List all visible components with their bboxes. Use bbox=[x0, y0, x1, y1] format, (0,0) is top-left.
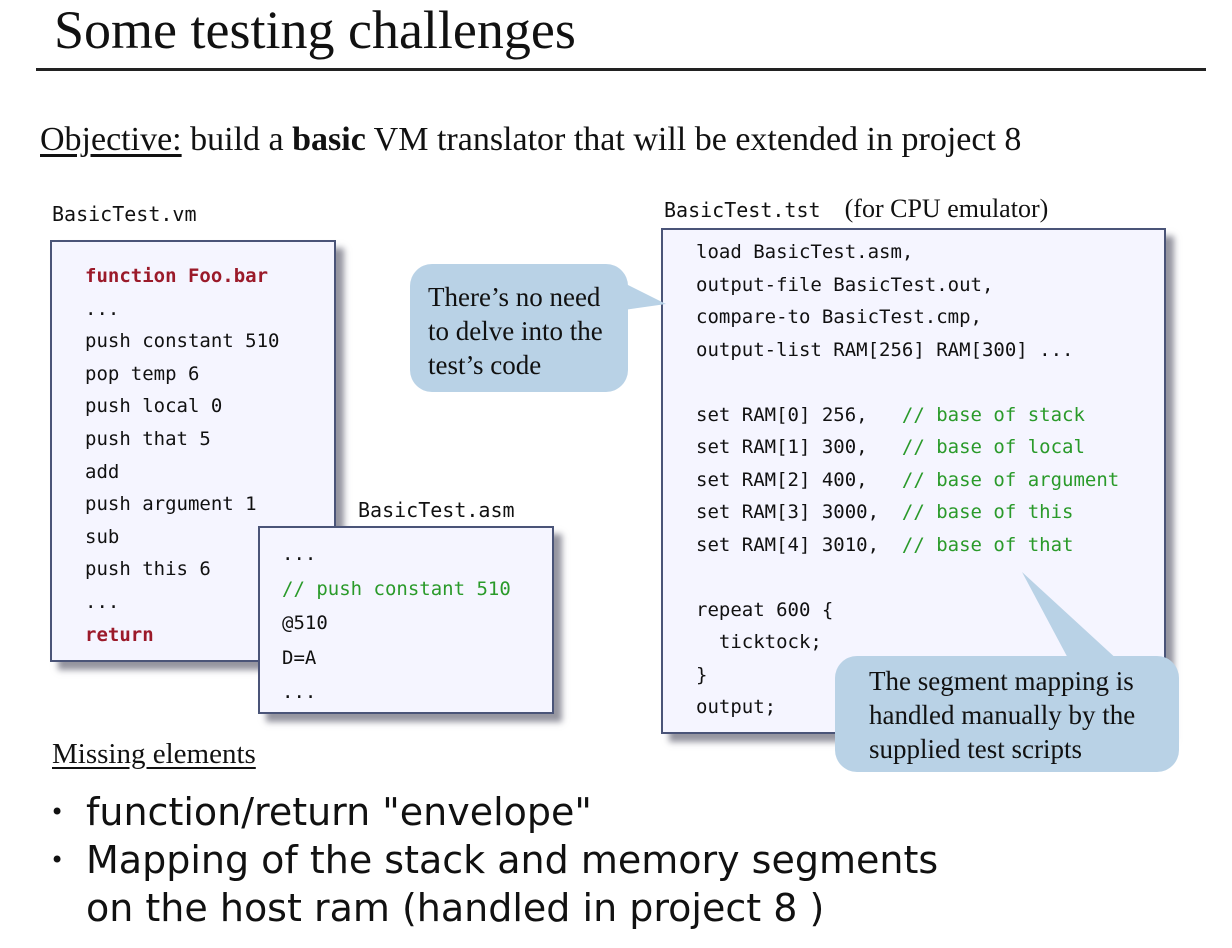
tst-code-line: output-file BasicTest.out, bbox=[696, 269, 993, 301]
bullet-line: function/return "envelope" bbox=[86, 790, 592, 834]
vm-code-line: pop temp 6 bbox=[85, 362, 200, 385]
tst-file-note: (for CPU emulator) bbox=[844, 194, 1049, 223]
asm-code-box: ... // push constant 510 @510 D=A... bbox=[258, 526, 554, 714]
tst-code-line: set RAM[1] 300, // base of local bbox=[696, 431, 1085, 463]
callout-test-code-text: There’s no need to delve into the test’s… bbox=[428, 282, 603, 380]
asm-file-label: BasicTest.asm bbox=[358, 498, 515, 522]
slide-title: Some testing challenges bbox=[54, 0, 576, 60]
tst-code-line: set RAM[3] 3000, // base of this bbox=[696, 496, 1074, 528]
bullet-dot-icon: • bbox=[50, 846, 65, 874]
objective-text-pre: build a bbox=[181, 121, 293, 158]
vm-file-label: BasicTest.vm bbox=[52, 202, 197, 226]
tst-code-comment: // base of stack bbox=[901, 403, 1085, 426]
vm-code-line: add bbox=[85, 460, 120, 483]
asm-code-line: @510 bbox=[282, 612, 328, 634]
bullet-dot-icon: • bbox=[50, 798, 65, 826]
asm-code-line: // push constant 510 bbox=[282, 577, 511, 600]
vm-code-line: function Foo.bar bbox=[85, 265, 269, 287]
tst-code-text: set RAM[3] 3000, bbox=[696, 501, 902, 523]
bullet-item: • Mapping of the stack and memory segmen… bbox=[50, 836, 939, 932]
objective-text-post: VM translator that will be extended in p… bbox=[365, 121, 1022, 158]
tst-code-comment: // base of argument bbox=[901, 468, 1120, 491]
tst-code-comment: // base of this bbox=[901, 501, 1074, 523]
tst-code-line: } bbox=[696, 659, 707, 691]
tst-code-text: set RAM[1] 300, bbox=[696, 436, 902, 458]
tst-code-comment: // base of that bbox=[901, 533, 1074, 556]
asm-code-line: D=A bbox=[282, 646, 317, 669]
objective-label: Objective: bbox=[40, 121, 182, 158]
missing-elements-heading: Missing elements bbox=[52, 738, 256, 770]
callout-pointer-segment bbox=[1022, 572, 1120, 662]
asm-code-line: ... bbox=[282, 543, 317, 565]
tst-code-text: } bbox=[696, 663, 708, 686]
tst-code-line: output; bbox=[696, 691, 776, 723]
tst-code-line: set RAM[2] 400, // base of argument bbox=[696, 464, 1119, 496]
tst-file-label: BasicTest.tst (for CPU emulator) bbox=[664, 194, 1048, 224]
title-divider bbox=[36, 68, 1206, 71]
tst-code-line: load BasicTest.asm, bbox=[696, 236, 913, 268]
tst-file-name: BasicTest.tst bbox=[664, 198, 821, 222]
vm-code-line: ... bbox=[85, 591, 120, 613]
tst-code-text: output-file BasicTest.out, bbox=[696, 273, 994, 296]
callout-test-code: There’s no need to delve into the test’s… bbox=[410, 264, 628, 392]
bullet-item: • function/return "envelope" bbox=[50, 788, 592, 836]
bullet-line: on the host ram (handled in project 8 ) bbox=[86, 886, 825, 930]
vm-code-line: push this 6 bbox=[85, 558, 211, 581]
tst-code-line: compare-to BasicTest.cmp, bbox=[696, 301, 982, 333]
objective-bold: basic bbox=[292, 121, 366, 158]
vm-code-line: sub bbox=[85, 525, 120, 548]
tst-code-text: set RAM[0] 256, bbox=[696, 403, 902, 426]
tst-code-text: output; bbox=[696, 696, 777, 718]
tst-code-line: ticktock; bbox=[696, 626, 822, 658]
callout-segment-mapping: The segment mapping is handled manually … bbox=[835, 656, 1179, 772]
vm-code-line: push constant 510 bbox=[85, 330, 280, 353]
asm-code-line: ... bbox=[282, 681, 317, 703]
tst-code-text: set RAM[4] 3010, bbox=[696, 533, 902, 556]
tst-code-comment: // base of local bbox=[901, 436, 1085, 458]
vm-code-line: push local 0 bbox=[85, 395, 223, 418]
tst-code-line: set RAM[4] 3010, // base of that bbox=[696, 529, 1074, 561]
tst-code-text: compare-to BasicTest.cmp, bbox=[696, 306, 982, 328]
callout-segment-text: The segment mapping is handled manually … bbox=[869, 666, 1136, 764]
vm-code-line: push that 5 bbox=[85, 428, 211, 450]
tst-code-text: repeat 600 { bbox=[696, 598, 834, 621]
objective-line: Objective: build a basic VM translator t… bbox=[40, 118, 1021, 162]
tst-code-text: set RAM[2] 400, bbox=[696, 468, 902, 491]
vm-code-line: ... bbox=[85, 297, 120, 320]
tst-code-line: set RAM[0] 256, // base of stack bbox=[696, 399, 1085, 431]
vm-code-line: push argument 1 bbox=[85, 493, 257, 516]
tst-code-text: output-list RAM[256] RAM[300] ... bbox=[696, 338, 1074, 361]
tst-code-text: ticktock; bbox=[696, 631, 822, 653]
tst-code-line: repeat 600 { bbox=[696, 594, 833, 626]
bullet-line: Mapping of the stack and memory segments bbox=[86, 838, 939, 882]
tst-code-text: load BasicTest.asm, bbox=[696, 241, 914, 263]
vm-code-line: return bbox=[85, 623, 154, 646]
tst-code-line: output-list RAM[256] RAM[300] ... bbox=[696, 334, 1074, 366]
